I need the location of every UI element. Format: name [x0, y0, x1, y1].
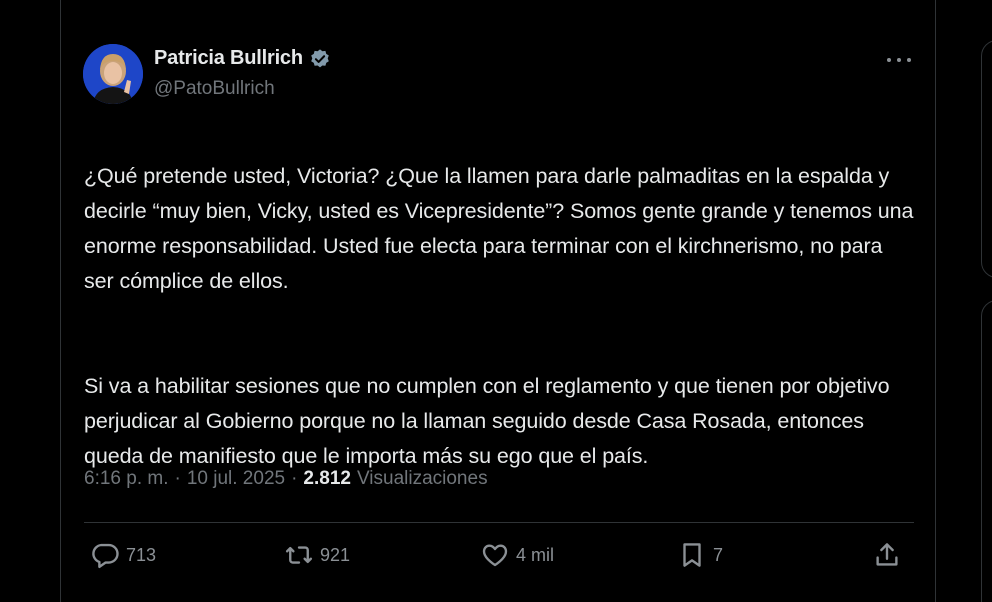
column-border-right [935, 0, 936, 602]
author-name[interactable]: Patricia Bullrich [154, 47, 303, 70]
author-handle[interactable]: @PatoBullrich [154, 78, 275, 100]
views-count: 2.812 [303, 468, 351, 489]
action-bar: 713 921 4 mil 7 [84, 538, 914, 578]
tweet-time[interactable]: 6:16 p. m. [84, 468, 169, 490]
tweet-paragraph-2: Si va a habilitar sesiones que no cumple… [84, 374, 890, 468]
divider [84, 522, 914, 523]
avatar-image [83, 44, 143, 104]
share-button[interactable] [872, 540, 902, 570]
author-name-row: Patricia Bullrich [154, 47, 331, 70]
reply-count: 713 [126, 544, 157, 565]
tweet-meta: 6:16 p. m. · 10 jul. 2025 · 2.812 Visual… [84, 468, 488, 490]
like-icon [482, 544, 508, 567]
avatar[interactable] [83, 44, 143, 104]
tweet: Patricia Bullrich @PatoBullrich ¿Qué pre… [61, 0, 935, 602]
tweet-paragraph-1: ¿Qué pretende usted, Victoria? ¿Que la l… [84, 164, 914, 293]
bookmark-button[interactable]: 7 [677, 540, 723, 570]
repost-count: 921 [320, 544, 351, 565]
reply-icon [92, 543, 119, 569]
tweet-text: ¿Qué pretende usted, Victoria? ¿Que la l… [84, 124, 914, 509]
page: Patricia Bullrich @PatoBullrich ¿Qué pre… [0, 0, 992, 602]
like-count: 4 mil [516, 544, 555, 565]
tweet-date[interactable]: 10 jul. 2025 [187, 468, 285, 490]
bookmark-count: 7 [713, 544, 724, 565]
sidebar-card-top [981, 40, 992, 278]
share-icon [876, 543, 898, 566]
meta-separator: · [291, 468, 298, 489]
bookmark-icon [683, 543, 701, 567]
repost-button[interactable]: 921 [284, 540, 350, 570]
repost-icon [285, 546, 313, 564]
views-label: Visualizaciones [356, 468, 488, 489]
sidebar-card-bottom [981, 300, 992, 602]
like-button[interactable]: 4 mil [480, 540, 554, 570]
verified-badge-icon [311, 48, 329, 67]
meta-separator: · [174, 468, 181, 489]
reply-button[interactable]: 713 [90, 540, 156, 570]
more-options-icon[interactable] [887, 52, 911, 68]
